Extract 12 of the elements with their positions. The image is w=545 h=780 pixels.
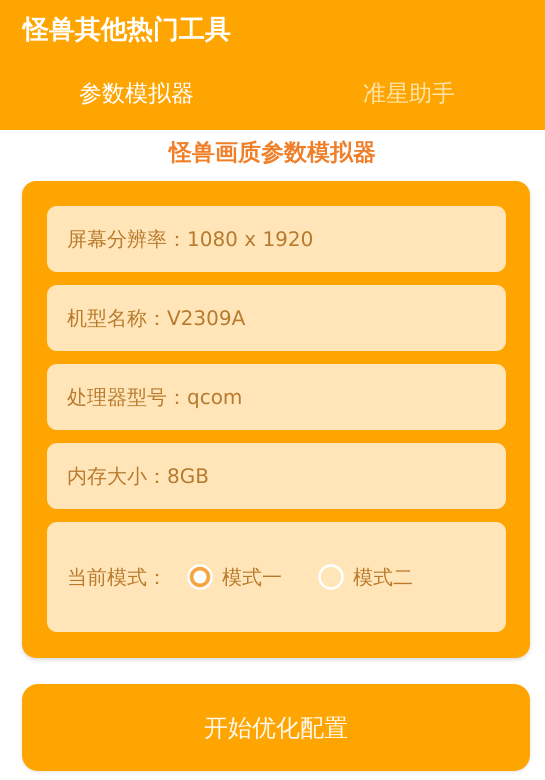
mode-label: 当前模式： (67, 564, 167, 590)
tab[interactable]: 准星助手 (272, 78, 545, 108)
info-field: 内存大小：8GB (47, 443, 506, 509)
optimize-button[interactable]: 开始优化配置 (22, 684, 530, 771)
mode-radio-option[interactable]: 模式二 (318, 564, 413, 590)
info-field: 屏幕分辨率：1080 x 1920 (47, 206, 506, 272)
info-field: 机型名称：V2309A (47, 285, 506, 351)
tab[interactable]: 参数模拟器 (0, 78, 272, 108)
page-heading: 怪兽画质参数模拟器 (169, 139, 376, 168)
mode-radio-option[interactable]: 模式一 (187, 564, 282, 590)
info-field: 处理器型号：qcom (47, 364, 506, 430)
app-title: 怪兽其他热门工具 (20, 14, 231, 47)
